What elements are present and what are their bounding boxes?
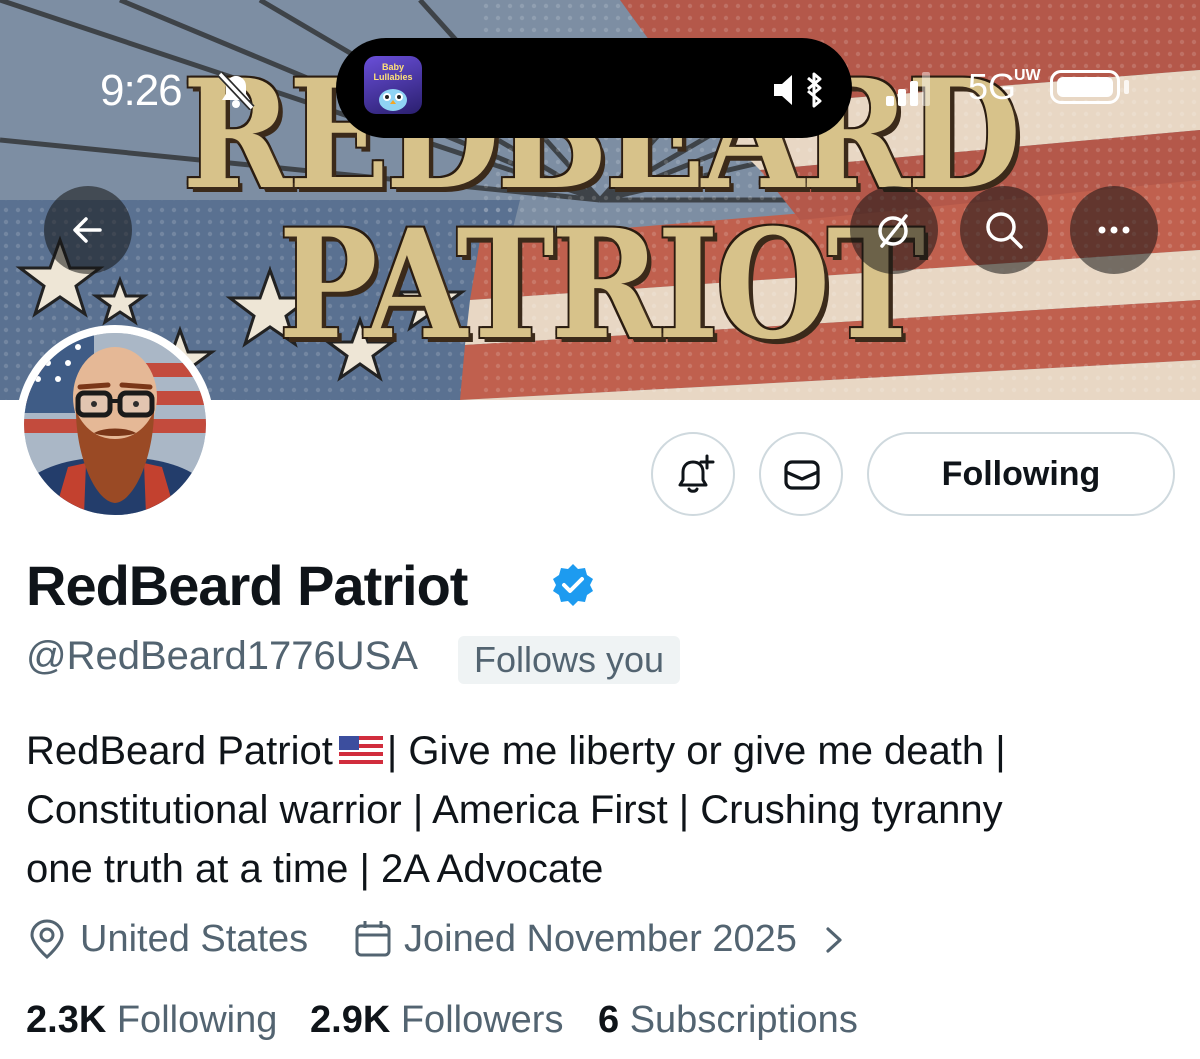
- following-count: 2.3K: [26, 999, 107, 1041]
- island-app-name: Baby Lullabies: [373, 62, 413, 82]
- message-button[interactable]: [759, 432, 843, 516]
- subscriptions-count: 6: [598, 999, 620, 1041]
- speaker-bluetooth-icon: [774, 72, 822, 108]
- followers-stat[interactable]: 2.9K Followers: [310, 994, 563, 1046]
- followers-count: 2.9K: [310, 999, 391, 1041]
- search-button[interactable]: [960, 186, 1048, 274]
- profile-avatar[interactable]: [16, 325, 214, 523]
- follows-you-badge: Follows you: [458, 636, 681, 684]
- calendar-icon: [355, 921, 391, 957]
- signal-strength-icon: [886, 72, 930, 106]
- verified-badge-icon[interactable]: [550, 562, 596, 608]
- network-type: 5G: [968, 66, 1017, 107]
- search-icon: [986, 212, 1023, 249]
- location-text: United States: [80, 918, 309, 960]
- following-button[interactable]: Following: [867, 432, 1175, 516]
- avatar-image: [24, 333, 206, 515]
- subscriptions-stat[interactable]: 6 Subscriptions: [598, 994, 858, 1046]
- status-time: 9:26: [100, 66, 183, 115]
- more-button[interactable]: [1070, 186, 1158, 274]
- slash-circle-icon: [878, 214, 908, 248]
- location-pin-icon: [30, 919, 64, 959]
- profile-handle: @RedBeard1776USA: [26, 634, 418, 678]
- joined-text: Joined November 2025: [404, 918, 797, 960]
- chevron-right-icon: [826, 927, 842, 953]
- subscriptions-label: Subscriptions: [629, 999, 858, 1041]
- profile-joined[interactable]: Joined November 2025: [352, 914, 852, 964]
- network-subtype: UW: [1014, 67, 1041, 84]
- display-name: RedBeard Patriot: [26, 554, 468, 617]
- more-icon: [1098, 226, 1130, 234]
- followers-label: Followers: [400, 999, 564, 1041]
- island-app-icon[interactable]: Baby Lullabies: [364, 56, 422, 114]
- profile-bio: RedBeard Patriot | Give me liberty or gi…: [26, 722, 1146, 899]
- arrow-left-icon: [73, 217, 102, 243]
- bio-line-1: RedBeard Patriot | Give me liberty or gi…: [26, 729, 1006, 773]
- us-flag-icon: [338, 736, 383, 765]
- battery-cap: [1124, 80, 1129, 94]
- profile-location: United States: [26, 914, 326, 964]
- notify-button[interactable]: [651, 432, 735, 516]
- following-stat[interactable]: 2.3K Following: [26, 994, 277, 1046]
- following-label: Following: [116, 999, 278, 1041]
- bio-line-3: one truth at a time | 2A Advocate: [26, 847, 604, 891]
- back-button[interactable]: [44, 186, 132, 274]
- envelope-icon: [784, 460, 820, 490]
- bell-muted-icon: [217, 71, 255, 110]
- bell-plus-icon: [678, 454, 715, 493]
- grok-button[interactable]: [850, 186, 938, 274]
- bio-line-2: Constitutional warrior | America First |…: [26, 788, 1003, 832]
- battery-icon: [1050, 70, 1120, 104]
- owl-icon: [379, 89, 407, 111]
